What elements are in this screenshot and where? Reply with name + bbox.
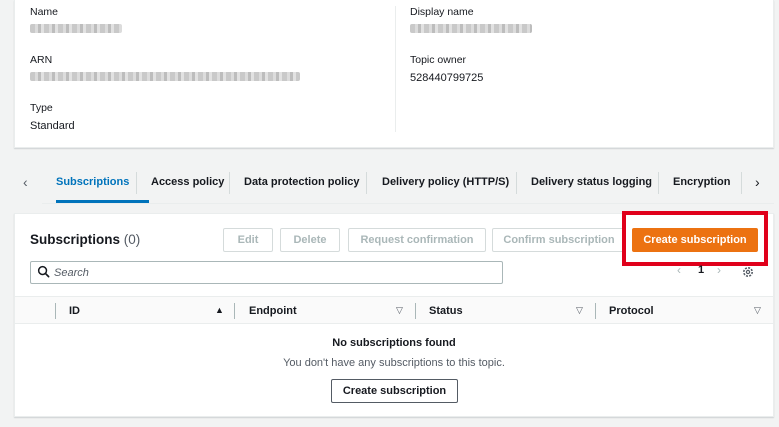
column-header-protocol[interactable]: Protocol [609, 305, 654, 317]
previous-page-icon[interactable]: ‹ [677, 263, 681, 277]
subscriptions-count: (0) [123, 232, 141, 247]
type-value: Standard [30, 120, 75, 132]
tab-delivery-policy[interactable]: Delivery policy (HTTP/S) [382, 176, 509, 188]
arn-label: ARN [30, 54, 53, 66]
topic-owner-label: Topic owner [410, 54, 467, 66]
confirm-subscription-button[interactable]: Confirm subscription [492, 228, 626, 252]
highlight-box [622, 211, 768, 266]
empty-create-subscription-button[interactable]: Create subscription [331, 379, 458, 403]
name-label: Name [30, 6, 59, 18]
subscriptions-panel: Subscriptions (0) Edit Delete Request co… [14, 211, 774, 417]
topic-owner-value: 528440799725 [410, 72, 484, 84]
topic-details-card: Name Display name ARN Topic owner 528440… [14, 0, 774, 148]
subscriptions-heading: Subscriptions (0) [30, 232, 140, 247]
topic-owner-field: Topic owner 528440799725 [410, 54, 483, 84]
arn-value-redacted [30, 72, 300, 81]
display-name-value-redacted [410, 24, 532, 33]
empty-state-title: No subscriptions found [332, 337, 456, 349]
sort-protocol-icon[interactable]: ▽ [754, 305, 761, 316]
sort-endpoint-icon[interactable]: ▽ [396, 305, 403, 316]
topic-tabs: ‹ Subscriptions Access policy Data prote… [14, 162, 774, 204]
tab-access-policy[interactable]: Access policy [151, 176, 224, 188]
column-header-id[interactable]: ID [69, 305, 80, 317]
tabs-scroll-right-icon[interactable]: › [755, 174, 760, 190]
sort-ascending-icon[interactable]: ▲ [215, 305, 224, 315]
column-header-status[interactable]: Status [429, 305, 463, 317]
request-confirmation-button[interactable]: Request confirmation [348, 228, 486, 252]
search-icon [37, 265, 50, 278]
tab-data-protection-policy[interactable]: Data protection policy [244, 176, 360, 188]
next-page-icon[interactable]: › [717, 263, 721, 277]
tabs-scroll-left-icon[interactable]: ‹ [23, 174, 28, 190]
delete-button[interactable]: Delete [280, 228, 340, 252]
type-field: Type Standard [30, 102, 75, 132]
empty-state-description: You don't have any subscriptions to this… [283, 357, 505, 369]
type-label: Type [30, 102, 53, 114]
display-name-field: Display name [410, 6, 532, 36]
tab-delivery-status-logging[interactable]: Delivery status logging [531, 176, 652, 188]
sort-status-icon[interactable]: ▽ [576, 305, 583, 316]
edit-button[interactable]: Edit [223, 228, 273, 252]
page-number[interactable]: 1 [698, 264, 704, 276]
column-header-endpoint[interactable]: Endpoint [249, 305, 297, 317]
subscriptions-title: Subscriptions [30, 232, 121, 247]
tab-subscriptions[interactable]: Subscriptions [56, 176, 129, 188]
display-name-label: Display name [410, 6, 474, 18]
table-header: ID ▲ Endpoint ▽ Status ▽ Protocol ▽ [15, 296, 773, 324]
gear-icon[interactable] [742, 266, 754, 278]
search-input[interactable]: Search [30, 261, 503, 284]
arn-field: ARN [30, 54, 300, 84]
search-placeholder: Search [54, 267, 89, 279]
tab-encryption[interactable]: Encryption [673, 176, 730, 188]
column-divider [395, 6, 396, 132]
name-value-redacted [30, 24, 122, 33]
name-field: Name [30, 6, 122, 36]
